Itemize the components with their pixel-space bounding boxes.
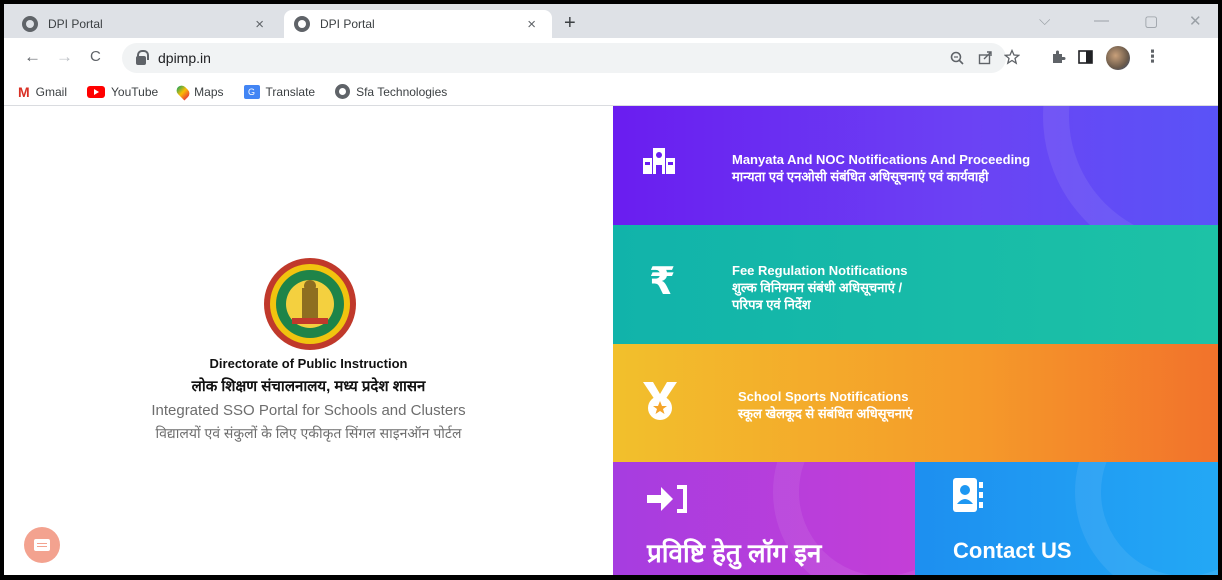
manyata-title: Manyata And NOC Notifications And Procee… — [732, 152, 1031, 167]
portal-tagline-hindi: विद्यालयों एवं संकुलों के लिए एकीकृत सिं… — [155, 425, 462, 441]
reload-button[interactable]: C — [90, 48, 101, 65]
rupee-icon: ₹ — [649, 261, 676, 303]
school-building-icon — [643, 148, 675, 174]
translate-icon: G — [243, 84, 260, 99]
school-sports-panel[interactable]: School Sports Notifications स्कूल खेलकूद… — [613, 344, 1218, 462]
globe-icon — [294, 16, 310, 32]
decor-ring — [1043, 106, 1218, 225]
tab-dpi-portal-2[interactable]: DPI Portal × — [284, 10, 552, 38]
bookmark-translate[interactable]: G Translate — [243, 84, 316, 99]
youtube-icon — [87, 85, 106, 98]
bookmark-label: Gmail — [35, 84, 68, 99]
restore-button[interactable]: ▢ — [1144, 12, 1158, 30]
contact-panel[interactable]: Contact US — [915, 462, 1218, 575]
bookmark-gmail[interactable]: M Gmail — [18, 84, 67, 100]
tab-search-icon[interactable]: ⌵ — [1039, 12, 1050, 29]
forward-button[interactable]: → — [56, 47, 73, 67]
fee-regulation-panel[interactable]: ₹ Fee Regulation Notifications शुल्क विन… — [613, 225, 1218, 344]
globe-icon — [22, 16, 38, 32]
sports-title: School Sports Notifications — [738, 389, 909, 404]
chat-icon — [34, 539, 50, 551]
branding-section: Directorate of Public Instruction लोक शि… — [4, 106, 613, 575]
minimize-button[interactable]: — — [1094, 12, 1109, 29]
fee-subtitle-line1: शुल्क विनियमन संबंधी अधिसूचनाएं / — [732, 280, 903, 295]
globe-icon — [335, 84, 351, 99]
bookmark-label: Sfa Technologies — [356, 84, 448, 99]
tab-title: DPI Portal — [48, 17, 103, 31]
new-tab-button[interactable]: + — [564, 12, 576, 35]
browser-window: DPI Portal × DPI Portal × + ⌵ — ▢ ✕ ← → … — [4, 4, 1218, 575]
menu-icon[interactable]: ⋮ — [1144, 47, 1161, 67]
directorate-title: Directorate of Public Instruction — [209, 356, 408, 371]
tab-strip: DPI Portal × DPI Portal × + ⌵ — ▢ ✕ — [4, 4, 1218, 38]
bookmark-label: Maps — [194, 84, 224, 99]
login-label: प्रविष्टि हेतु लॉग इन — [647, 538, 822, 568]
tab-dpi-portal-1[interactable]: DPI Portal × — [12, 10, 280, 38]
chat-button[interactable] — [24, 527, 60, 563]
tab-close-icon[interactable]: × — [255, 16, 264, 33]
contact-label: Contact US — [953, 538, 1072, 563]
sidepanel-icon[interactable] — [1078, 50, 1093, 64]
login-panel[interactable]: प्रविष्टि हेतु लॉग इन — [613, 462, 915, 575]
contact-book-icon — [953, 478, 983, 512]
medal-icon — [643, 382, 677, 420]
share-icon[interactable] — [978, 50, 993, 65]
bookmarks-bar: M Gmail YouTube Maps G Translate Sfa Tec… — [4, 78, 1218, 106]
back-button[interactable]: ← — [24, 47, 41, 67]
manyata-subtitle: मान्यता एवं एनओसी संबंधित अधिसूचनाएं एवं… — [732, 169, 989, 184]
bookmark-maps[interactable]: Maps — [174, 83, 224, 100]
mp-state-emblem — [264, 258, 356, 350]
manyata-noc-panel[interactable]: Manyata And NOC Notifications And Procee… — [613, 106, 1218, 225]
bookmark-youtube[interactable]: YouTube — [87, 85, 158, 99]
extensions-icon[interactable] — [1050, 49, 1066, 65]
star-icon[interactable] — [1004, 49, 1020, 65]
close-window-button[interactable]: ✕ — [1189, 12, 1202, 30]
bookmark-label: Translate — [265, 84, 316, 99]
portal-tagline: Integrated SSO Portal for Schools and Cl… — [151, 402, 466, 419]
zoom-icon[interactable] — [950, 51, 964, 65]
maps-icon — [174, 83, 192, 100]
tab-close-icon[interactable]: × — [527, 16, 536, 33]
url-text[interactable]: dpimp.in — [158, 50, 211, 66]
login-icon — [647, 485, 687, 513]
address-bar[interactable]: dpimp.in — [122, 43, 1006, 73]
decor-ring — [1075, 462, 1218, 575]
bookmark-label: YouTube — [111, 84, 159, 99]
bookmark-sfa-technologies[interactable]: Sfa Technologies — [335, 84, 447, 99]
browser-toolbar: ← → C dpimp.in ⋮ — [4, 38, 1218, 78]
tab-title: DPI Portal — [320, 17, 375, 31]
web-page: Directorate of Public Instruction लोक शि… — [4, 106, 1218, 575]
gmail-icon: M — [18, 83, 30, 100]
fee-subtitle-line2: परिपत्र एवं निर्देश — [732, 297, 811, 312]
directorate-title-hindi: लोक शिक्षण संचालनालय, मध्य प्रदेश शासन — [191, 378, 426, 395]
fee-title: Fee Regulation Notifications — [732, 263, 908, 278]
sports-subtitle: स्कूल खेलकूद से संबंधित अधिसूचनाएं — [738, 406, 913, 421]
profile-avatar[interactable] — [1106, 46, 1130, 70]
lock-icon[interactable] — [136, 49, 149, 65]
